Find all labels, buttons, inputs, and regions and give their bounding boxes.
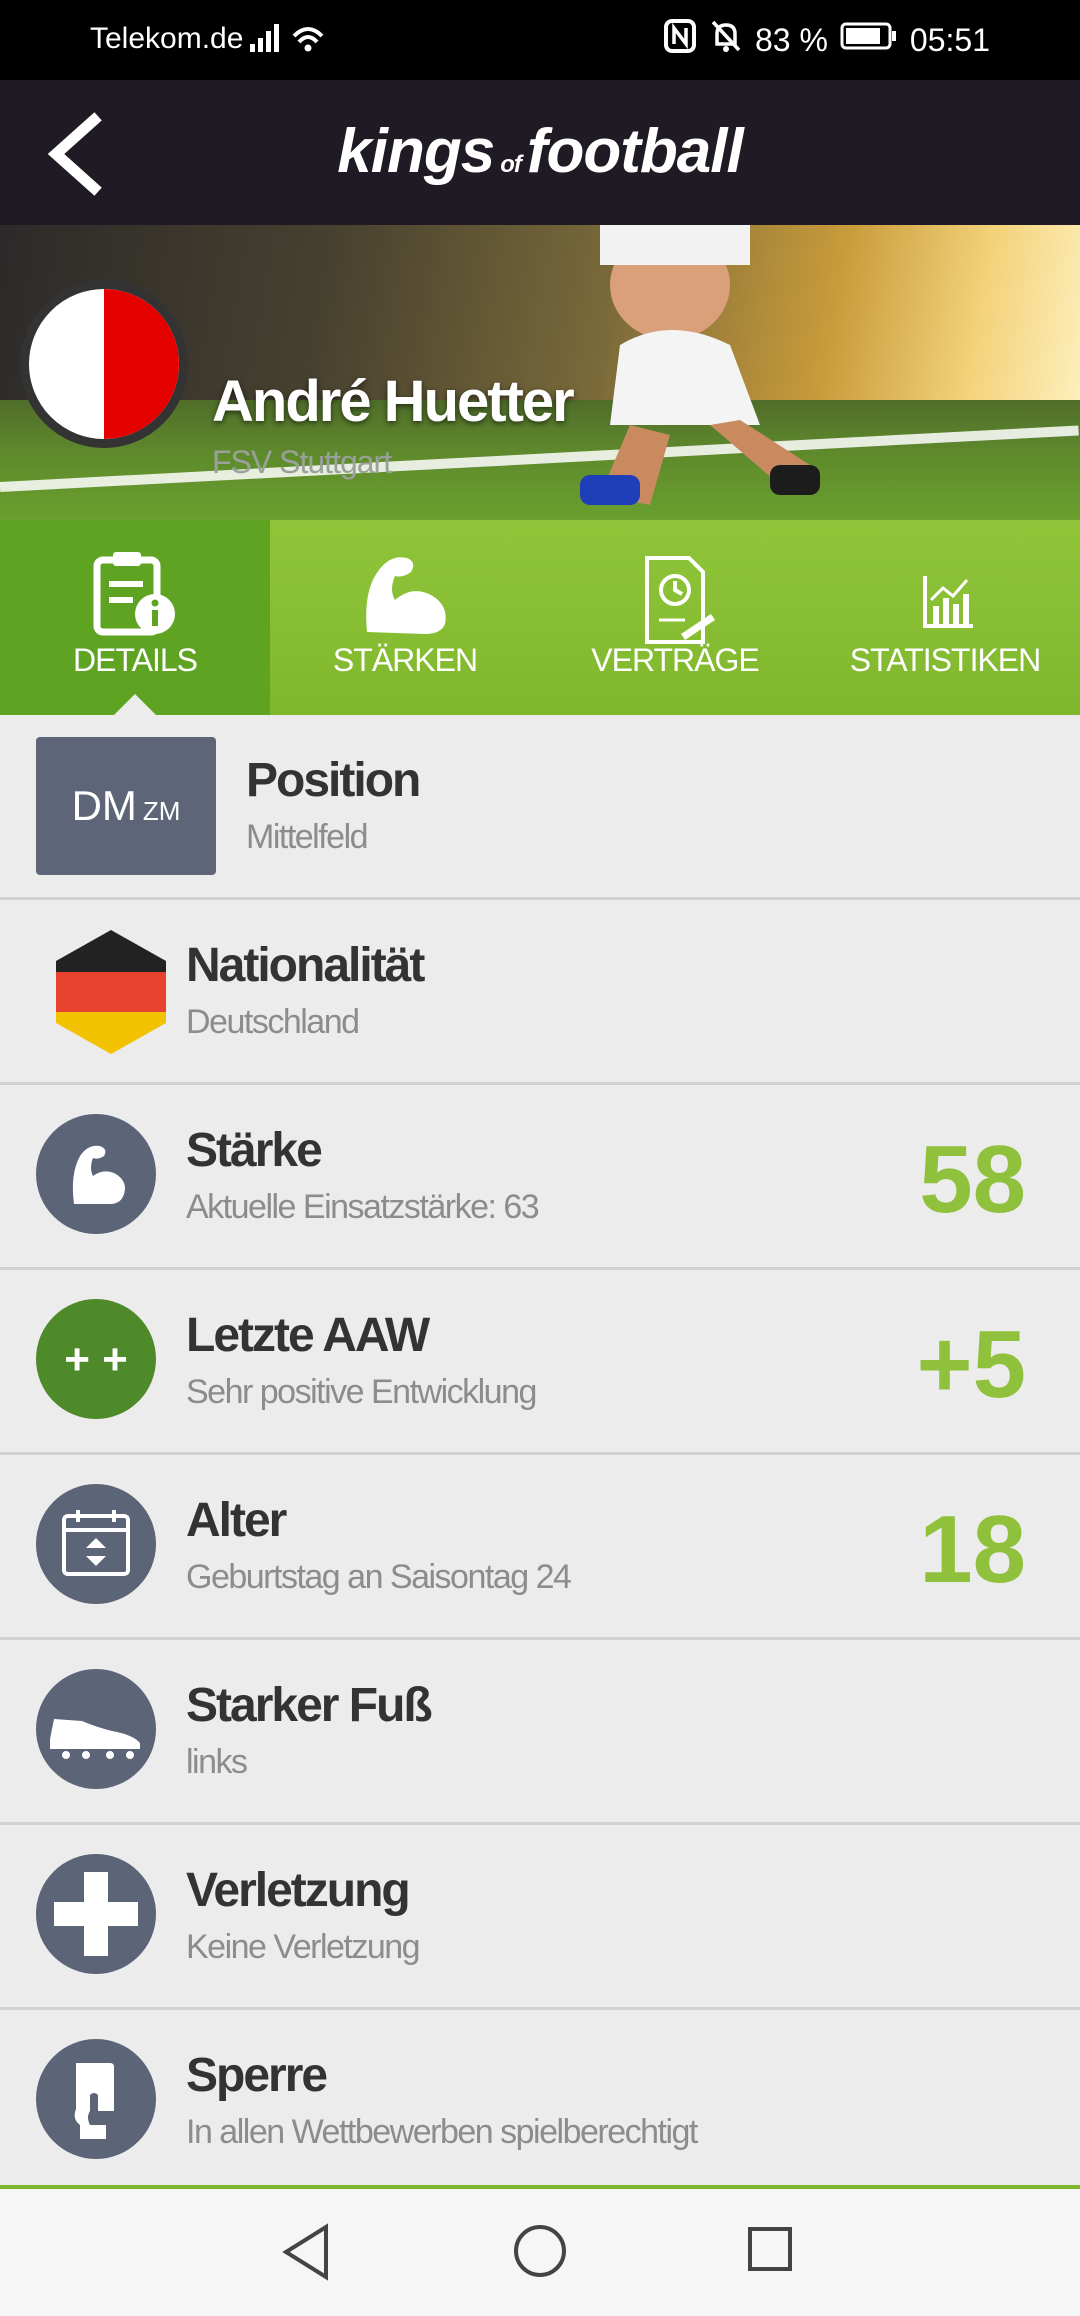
tab-staerken[interactable]: STÄRKEN bbox=[270, 520, 540, 715]
flexed-arm-icon bbox=[366, 557, 446, 634]
row-value: Deutschland bbox=[186, 1003, 360, 1041]
age-number: 18 bbox=[919, 1496, 1026, 1603]
cross-icon bbox=[36, 1854, 156, 1974]
row-value: links bbox=[186, 1743, 248, 1781]
row-title: Letzte AAW bbox=[186, 1309, 430, 1362]
row-title: Alter bbox=[186, 1494, 287, 1547]
list-item-last-aaw[interactable]: + + Letzte AAW Sehr positive Entwicklung… bbox=[0, 1270, 1080, 1455]
row-value: Sehr positive Entwicklung bbox=[186, 1373, 537, 1411]
bar-chart-icon bbox=[923, 576, 973, 628]
card-hand-icon bbox=[36, 2039, 156, 2159]
nav-home-icon[interactable] bbox=[512, 2223, 568, 2279]
double-plus-icon: + + bbox=[36, 1299, 156, 1419]
tab-label: VERTRÄGE bbox=[591, 642, 759, 678]
football-boot-icon bbox=[36, 1669, 156, 1789]
row-value: Aktuelle Einsatzstärke: 63 bbox=[186, 1188, 540, 1226]
system-navigation-bar bbox=[0, 2185, 1080, 2316]
row-value: Mittelfeld bbox=[246, 818, 369, 856]
carrier-name: Telekom.de bbox=[90, 22, 244, 55]
clipboard-info-icon bbox=[93, 552, 175, 636]
player-name: André Huetter bbox=[212, 369, 575, 434]
tab-label: DETAILS bbox=[73, 642, 198, 678]
row-value: Geburtstag an Saisontag 24 bbox=[186, 1558, 572, 1596]
tab-label: STATISTIKEN bbox=[849, 642, 1042, 678]
list-item-suspension[interactable]: Sperre In allen Wettbewerben spielberech… bbox=[0, 2010, 1080, 2195]
list-item-strength[interactable]: Stärke Aktuelle Einsatzstärke: 63 58 bbox=[0, 1085, 1080, 1270]
aaw-number: +5 bbox=[916, 1311, 1026, 1418]
list-item-position[interactable]: DM ZM Position Mittelfeld bbox=[0, 715, 1080, 900]
contract-clock-icon bbox=[645, 556, 715, 644]
battery-level: 83 % bbox=[754, 21, 828, 58]
flexed-arm-icon bbox=[36, 1114, 156, 1234]
app-logo: kings offootball bbox=[337, 117, 743, 186]
list-item-strong-foot[interactable]: Starker Fuß links bbox=[0, 1640, 1080, 1825]
row-title: Stärke bbox=[186, 1124, 323, 1177]
row-title: Position bbox=[246, 754, 421, 807]
clock: 05:51 bbox=[909, 21, 990, 58]
nfc-icon bbox=[663, 18, 697, 62]
status-bar: Telekom.de 83 % 05:51 bbox=[0, 0, 1080, 80]
row-value: Keine Verletzung bbox=[186, 1928, 421, 1966]
list-item-injury[interactable]: Verletzung Keine Verletzung bbox=[0, 1825, 1080, 2010]
club-logo bbox=[20, 280, 188, 448]
player-photo bbox=[580, 225, 820, 505]
calendar-icon bbox=[36, 1484, 156, 1604]
row-title: Verletzung bbox=[186, 1864, 411, 1917]
tab-label: STÄRKEN bbox=[332, 642, 478, 678]
position-badge: DM ZM bbox=[36, 737, 216, 875]
tab-bar: DETAILS STÄRKEN VERTRÄGE STATISTIKEN bbox=[0, 520, 1080, 716]
row-title: Sperre bbox=[186, 2049, 328, 2102]
list-item-age[interactable]: Alter Geburtstag an Saisontag 24 18 bbox=[0, 1455, 1080, 1640]
signal-icon bbox=[248, 18, 328, 66]
battery-icon bbox=[840, 21, 898, 59]
germany-flag-icon bbox=[56, 930, 166, 1054]
row-title: Nationalität bbox=[186, 939, 425, 992]
tab-details[interactable]: DETAILS bbox=[0, 520, 270, 716]
row-value: In allen Wettbewerben spielberechtigt bbox=[186, 2113, 698, 2151]
nav-back-icon[interactable] bbox=[282, 2223, 332, 2281]
list-item-nationality[interactable]: Nationalität Deutschland bbox=[0, 900, 1080, 1085]
nav-recents-icon[interactable] bbox=[746, 2225, 794, 2273]
tab-vertraege[interactable]: VERTRÄGE bbox=[540, 520, 810, 715]
row-title: Starker Fuß bbox=[186, 1679, 433, 1732]
bell-off-icon bbox=[709, 18, 743, 62]
strength-number: 58 bbox=[919, 1126, 1026, 1233]
player-club: FSV Stuttgart bbox=[212, 444, 392, 480]
player-details-list: DM ZM Position Mittelfeld Nationalität De… bbox=[0, 715, 1080, 2195]
app-header: kings offootball bbox=[0, 80, 1080, 225]
tab-statistiken[interactable]: STATISTIKEN bbox=[810, 520, 1080, 715]
